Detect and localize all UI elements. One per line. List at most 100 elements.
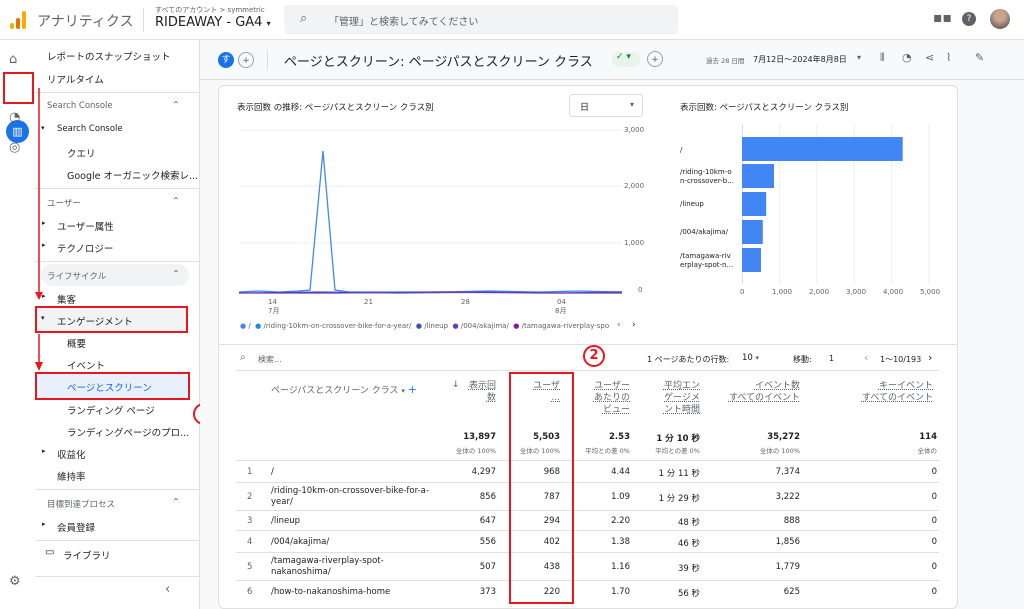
bar[interactable] [742,220,763,244]
cell-path[interactable]: /004/akajima/ [271,537,441,548]
col-engagement-time[interactable]: 平均エン ゲージメ ント時間 [650,380,700,416]
trend-icon[interactable]: ⌇ [946,51,951,64]
nav-query[interactable]: クエリ [67,146,96,160]
table-row[interactable]: 1/4,297 968 4.44 1 分 11 秒 7,374 0 [236,460,939,482]
cell-path[interactable]: /how-to-nakanoshima-home [271,587,441,598]
col-views-per-user[interactable]: ユーザー あたりの ビュー [580,380,630,416]
legend-item[interactable]: /riding-10km-on-crossover-bike-for-a-yea… [264,322,412,330]
chevron-up-icon[interactable]: ⌃ [172,100,180,111]
nav-search-console[interactable]: Search Console [57,124,123,134]
nav-membership[interactable]: 会員登録 [57,520,95,534]
col-views[interactable]: 表示回 数 [464,380,496,404]
divider [143,8,144,32]
nav-library[interactable]: ライブラリ [63,548,111,562]
bar[interactable] [742,164,775,188]
add-filter-icon[interactable]: + [647,51,663,67]
granularity-value: 日 [580,103,590,113]
nav-organic[interactable]: Google オーガニック検索レ... [67,168,198,182]
cell-events: 625 [783,586,800,597]
x-tick-month: 7月 [268,307,280,315]
table-row[interactable]: 6/how-to-nakanoshima-home 373 220 1.70 56 秒6… [236,580,939,602]
home-icon[interactable]: ⌂ [9,52,17,67]
avatar[interactable] [990,9,1010,29]
legend-item[interactable]: /lineup [424,322,448,330]
nav-landing[interactable]: ランディング ページ [67,403,155,417]
x-tick: 2,000 [809,288,830,296]
nav-events[interactable]: イベント [67,358,105,372]
add-dimension-icon[interactable]: + [408,383,417,396]
bar[interactable] [742,137,903,161]
divider [35,576,200,577]
date-range[interactable]: 7月12日～2024年8月8日 [753,54,847,65]
nav-monetization[interactable]: 収益化 [57,447,86,461]
nav-section-goal[interactable]: 目標到達プロセス [47,498,115,510]
bar[interactable] [742,192,767,216]
advertising-icon[interactable]: ◎ [9,140,20,155]
col-events[interactable]: イベント数 すべてのイベント [712,380,800,404]
collapse-nav-icon[interactable]: ‹ [165,582,170,597]
table-row[interactable]: 3/lineup 647 294 2.20 48 秒 888 0 [236,510,939,530]
table-row[interactable]: 4/004/akajima/556 402 1.38 46 秒 1,856 0 [236,530,939,552]
legend-prev-icon[interactable]: ‹ [617,320,621,330]
nav-section-user[interactable]: ユーザー [47,197,81,209]
legend-item[interactable]: /tamagawa-riverplay-spo [522,322,610,330]
caret-down-icon: ▾ [755,354,760,362]
nav-user-attr[interactable]: ユーザー属性 [57,219,114,233]
bar-label: /004/akajima/ [680,228,728,236]
cell-path[interactable]: /tamagawa-riverplay-spot- nakanoshima/ [271,556,441,578]
table-row[interactable]: 5/tamagawa-riverplay-spot- nakanoshima/5… [236,552,939,580]
account-breadcrumb[interactable]: すべてのアカウント > symmetric [155,5,265,15]
bar[interactable] [742,248,761,272]
sort-down-icon[interactable]: ↓ [452,380,460,390]
prev-page-icon[interactable]: ‹ [864,351,868,364]
table-search-input[interactable]: 検索... [258,354,282,365]
apps-grid-icon[interactable]: ▪▪ [933,10,952,26]
col-dimension[interactable]: ページパスとスクリーン クラス ▾ + [271,383,417,396]
highlight-engagement [35,306,188,333]
legend-item[interactable]: /004/akajima/ [461,322,509,330]
search-box[interactable]: ⌕ 「管理」と検索してみてください [284,5,678,34]
nav-realtime[interactable]: リアルタイム [47,72,104,86]
table-row[interactable]: 2/riding-10km-on-crossover-bike-for-a- y… [236,482,939,510]
edit-pencil-icon[interactable]: ✎ [975,51,984,64]
total-vpu-sub: 平均との差 0% [585,447,630,455]
date-preset[interactable]: 過去 28 日間 [706,55,744,65]
nav-section-search-console[interactable]: Search Console [47,101,113,111]
settings-gear-icon[interactable]: ⚙ [9,574,21,589]
cell-views: 647 [479,515,496,526]
row-number: 3 [247,515,253,526]
share-icon[interactable]: ⋖ [925,51,934,64]
col-key-events[interactable]: キーイベント すべてのイベント [845,380,933,404]
chevron-up-icon[interactable]: ⌃ [172,497,180,508]
nav-landing-pro[interactable]: ランディングページのプロ... [67,425,189,439]
nav-overview[interactable]: 概要 [67,336,86,350]
explore-icon[interactable]: ◔ [9,110,20,125]
nav-snapshot[interactable]: レポートのスナップショット [47,49,171,63]
property-selector[interactable]: RIDEAWAY - GA4 ▾ [155,15,271,30]
rows-per-page-select[interactable]: 10 ▾ [742,353,759,363]
granularity-select[interactable]: 日 ▾ [569,94,643,117]
nav-section-lifecycle[interactable]: ライフサイクル [47,270,106,282]
nav-acquisition[interactable]: 集客 [57,292,76,306]
analytics-logo[interactable] [10,11,26,29]
cell-path[interactable]: / [271,467,441,478]
add-comparison-icon[interactable]: + [238,52,254,68]
customize-columns-icon[interactable]: ⫴ [880,51,885,65]
cell-views: 507 [479,561,496,572]
legend-next-icon[interactable]: › [632,320,636,330]
comparison-badge[interactable]: す [218,52,234,68]
chevron-up-icon[interactable]: ⌃ [172,196,180,207]
next-page-icon[interactable]: › [928,351,932,364]
help-icon[interactable]: ? [962,12,976,26]
chevron-up-icon[interactable]: ⌃ [172,269,180,280]
insights-icon[interactable]: ◔ [902,51,912,64]
date-caret-icon[interactable]: ▾ [857,53,861,62]
filter-check-chip[interactable]: ✓ ▾ [612,52,640,67]
annotation-arrows [35,88,43,371]
goto-input[interactable]: 1 [829,354,834,363]
legend-item[interactable]: / [248,322,250,330]
nav-retention[interactable]: 維持率 [57,469,86,483]
cell-path[interactable]: /riding-10km-on-crossover-bike-for-a- ye… [271,486,441,508]
cell-path[interactable]: /lineup [271,516,441,527]
nav-tech[interactable]: テクノロジー [57,241,113,255]
